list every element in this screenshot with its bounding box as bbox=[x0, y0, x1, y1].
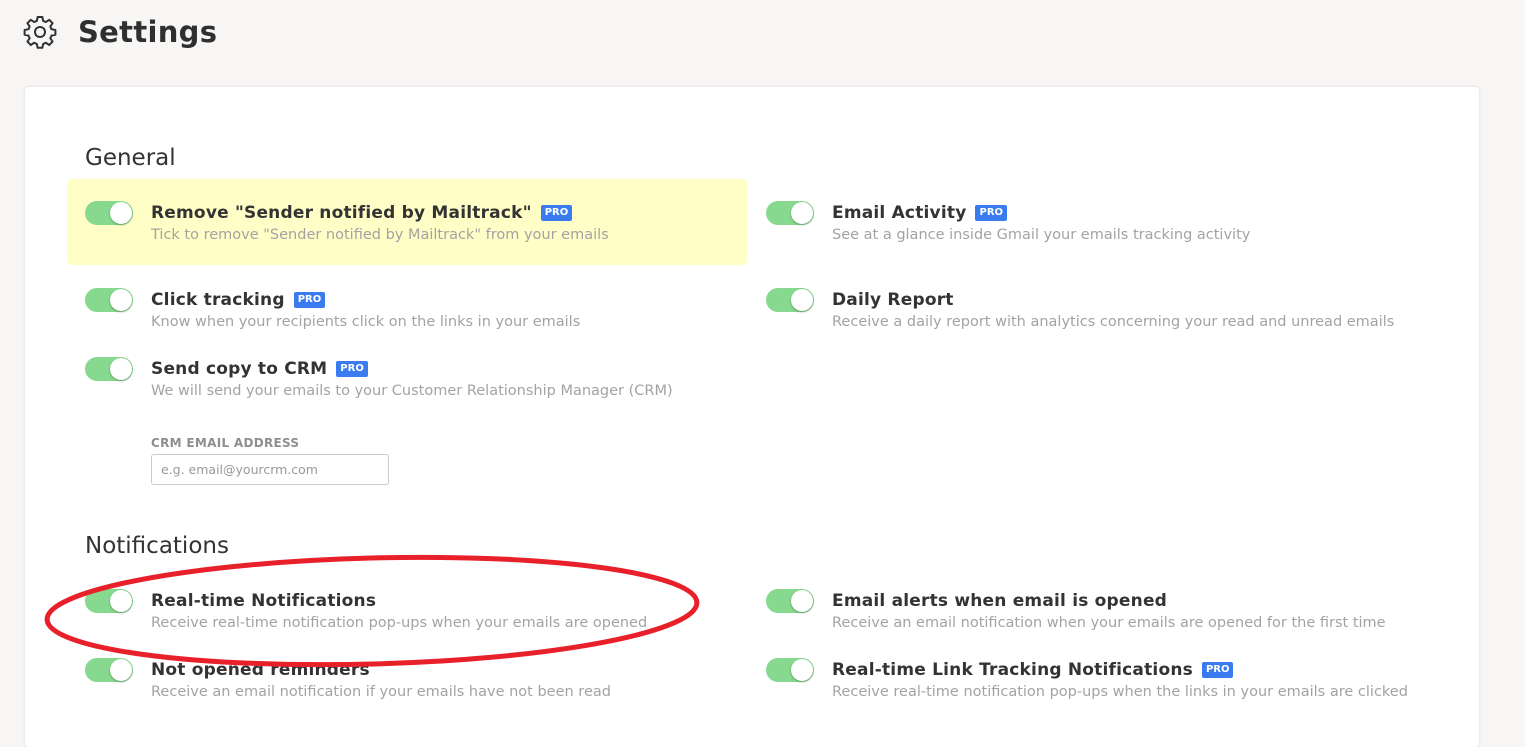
setting-label: Email alerts when email is opened bbox=[832, 591, 1168, 611]
toggle-click-tracking[interactable] bbox=[85, 288, 133, 312]
toggle-knob bbox=[791, 289, 813, 311]
toggle-realtime-link-tracking[interactable] bbox=[766, 658, 814, 682]
setting-label: Real-time Link Tracking Notifications bbox=[832, 660, 1193, 680]
setting-description: Receive real-time notification pop-ups w… bbox=[151, 615, 648, 631]
toggle-knob bbox=[110, 590, 132, 612]
pro-badge: PRO bbox=[975, 205, 1008, 221]
toggle-remove-sender[interactable] bbox=[85, 201, 133, 225]
setting-description: Receive real-time notification pop-ups w… bbox=[832, 684, 1408, 700]
setting-label: Click tracking bbox=[151, 290, 285, 310]
setting-label: Real-time Notifications bbox=[151, 591, 377, 611]
toggle-daily-report[interactable] bbox=[766, 288, 814, 312]
settings-card: General Remove "Sender notified by Mailt… bbox=[25, 87, 1479, 747]
setting-description: Receive an email notification when your … bbox=[832, 615, 1386, 631]
toggle-email-alerts[interactable] bbox=[766, 589, 814, 613]
pro-badge: PRO bbox=[336, 361, 368, 377]
toggle-realtime-notifications[interactable] bbox=[85, 589, 133, 613]
toggle-knob bbox=[791, 202, 813, 224]
setting-label: Daily Report bbox=[832, 290, 954, 310]
toggle-knob bbox=[791, 590, 813, 612]
setting-description: See at a glance inside Gmail your emails… bbox=[832, 227, 1251, 243]
setting-description: Know when your recipients click on the l… bbox=[151, 314, 581, 330]
pro-badge: PRO bbox=[540, 205, 573, 221]
setting-description: Tick to remove "Sender notified by Mailt… bbox=[151, 227, 609, 243]
crm-email-input[interactable] bbox=[151, 454, 389, 485]
setting-label: Send copy to CRM bbox=[151, 359, 328, 379]
toggle-knob bbox=[110, 202, 132, 224]
page-title: Settings bbox=[78, 15, 218, 49]
setting-label: Email Activity bbox=[832, 203, 967, 223]
setting-label: Not opened reminders bbox=[151, 660, 370, 680]
pro-badge: PRO bbox=[1201, 662, 1234, 678]
setting-description: We will send your emails to your Custome… bbox=[151, 383, 673, 399]
toggle-knob bbox=[110, 659, 132, 681]
page-header: Settings bbox=[22, 14, 217, 50]
toggle-not-opened-reminders[interactable] bbox=[85, 658, 133, 682]
gear-icon bbox=[23, 16, 57, 49]
toggle-send-copy-crm[interactable] bbox=[85, 357, 133, 381]
setting-description: Receive an email notification if your em… bbox=[151, 684, 611, 700]
toggle-knob bbox=[110, 289, 132, 311]
toggle-knob bbox=[110, 358, 132, 380]
setting-description: Receive a daily report with analytics co… bbox=[832, 314, 1395, 330]
pro-badge: PRO bbox=[293, 292, 326, 308]
section-title-general: General bbox=[85, 145, 176, 171]
setting-label: Remove "Sender notified by Mailtrack" bbox=[151, 203, 532, 223]
toggle-email-activity[interactable] bbox=[766, 201, 814, 225]
toggle-knob bbox=[791, 659, 813, 681]
section-title-notifications: Notifications bbox=[85, 533, 229, 559]
crm-email-label: CRM EMAIL ADDRESS bbox=[151, 436, 300, 450]
